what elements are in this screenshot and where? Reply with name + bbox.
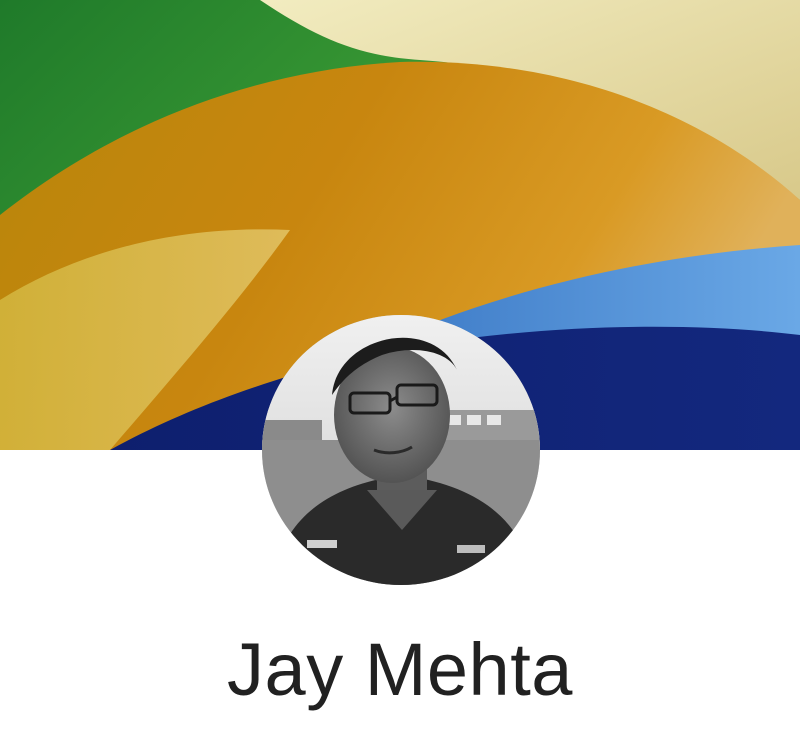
avatar[interactable] bbox=[262, 315, 540, 585]
profile-card: Jay Mehta bbox=[0, 0, 800, 741]
profile-name: Jay Mehta bbox=[227, 628, 573, 711]
avatar-photo bbox=[262, 315, 540, 585]
